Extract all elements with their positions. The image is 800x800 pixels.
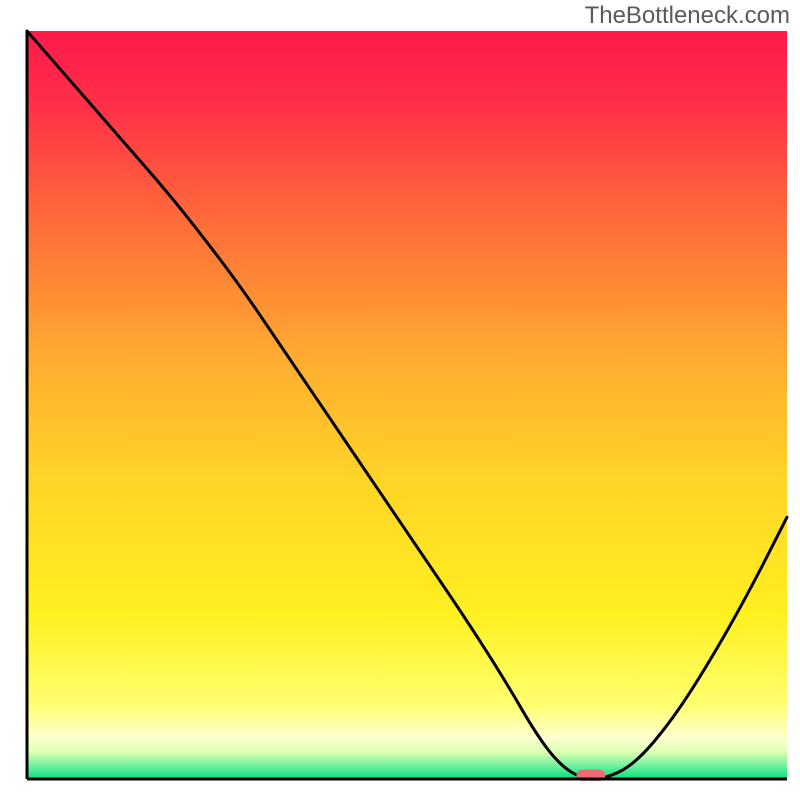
bottleneck-chart: TheBottleneck.com — [0, 0, 800, 800]
watermark-text: TheBottleneck.com — [585, 2, 790, 30]
chart-svg — [0, 0, 800, 800]
plot-background — [27, 31, 787, 779]
